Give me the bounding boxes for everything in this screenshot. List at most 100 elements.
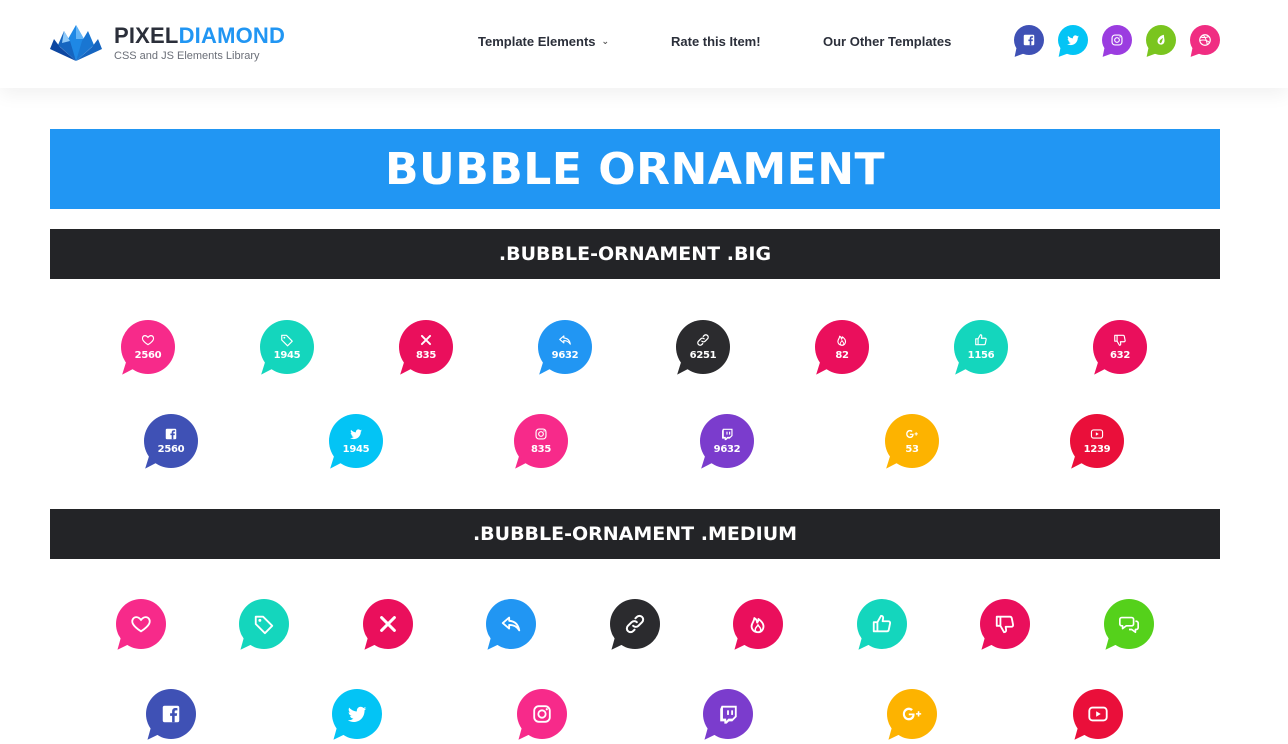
bubble-twitch[interactable]: 9632 <box>700 414 754 468</box>
heart-icon <box>141 335 155 346</box>
close-icon <box>420 334 432 346</box>
social-link-twitter[interactable] <box>1058 25 1088 55</box>
logo-title-part1: PIXEL <box>114 23 179 48</box>
tag-icon <box>254 615 274 635</box>
site-header: PIXELDIAMOND CSS and JS Elements Library… <box>0 0 1288 88</box>
nav-rate-item-label: Rate this Item! <box>671 34 761 49</box>
thumbs-up-icon <box>975 334 987 346</box>
nav-template-elements[interactable]: Template Elements ⌄ <box>478 34 609 49</box>
bubble-fire[interactable]: 82 <box>815 320 869 374</box>
bubble-thumbs-up[interactable]: 1156 <box>954 320 1008 374</box>
bubble-count: 835 <box>531 444 551 455</box>
bubble-count: 632 <box>1110 350 1130 361</box>
bubble-count: 6251 <box>689 350 717 361</box>
bubble-link[interactable]: 6251 <box>676 320 730 374</box>
bubble-heart[interactable] <box>116 599 166 649</box>
bubble-comments[interactable] <box>1104 599 1154 649</box>
instagram-icon <box>535 428 547 440</box>
section-title-medium: .BUBBLE-ORNAMENT .MEDIUM <box>472 523 798 545</box>
fire-icon <box>837 335 847 346</box>
bubble-count: 82 <box>835 350 849 361</box>
youtube-icon <box>1088 706 1108 722</box>
link-icon <box>697 334 709 346</box>
nav-template-elements-label: Template Elements <box>478 34 596 49</box>
thumbs-up-icon <box>872 614 892 633</box>
google-plus-icon <box>902 707 922 721</box>
bubble-count: 1239 <box>1083 444 1111 455</box>
bubble-tag[interactable]: 1945 <box>260 320 314 374</box>
envato-icon <box>1157 34 1165 45</box>
twitter-icon <box>347 706 367 722</box>
google-plus-icon <box>906 429 918 439</box>
social-link-facebook[interactable] <box>1014 25 1044 55</box>
twitch-icon <box>722 428 733 441</box>
facebook-icon <box>165 428 177 440</box>
diamond-logo-icon <box>50 25 102 61</box>
bubble-instagram[interactable]: 835 <box>514 414 568 468</box>
social-link-dribbble[interactable] <box>1190 25 1220 55</box>
bubble-reply[interactable] <box>486 599 536 649</box>
facebook-icon <box>1023 34 1035 46</box>
bubble-count: 1945 <box>342 444 370 455</box>
facebook-icon <box>162 705 180 723</box>
social-links <box>1014 25 1234 55</box>
bubble-count: 53 <box>905 444 919 455</box>
bubble-thumbs-up[interactable] <box>857 599 907 649</box>
bubble-close[interactable] <box>363 599 413 649</box>
instagram-icon <box>533 705 551 723</box>
bubble-youtube[interactable]: 1239 <box>1070 414 1124 468</box>
bubble-facebook[interactable]: 2560 <box>144 414 198 468</box>
bubble-twitter[interactable] <box>332 689 382 739</box>
logo-title: PIXELDIAMOND <box>114 24 285 48</box>
tag-icon <box>281 334 293 347</box>
reply-icon <box>501 616 521 632</box>
logo-subtitle: CSS and JS Elements Library <box>114 50 260 62</box>
dribbble-icon <box>1199 34 1211 46</box>
bubble-thumbs-down[interactable] <box>980 599 1030 649</box>
bubble-link[interactable] <box>610 599 660 649</box>
bubble-close[interactable]: 835 <box>399 320 453 374</box>
bubble-google-plus[interactable]: 53 <box>885 414 939 468</box>
page-title: BUBBLE ORNAMENT <box>384 143 886 195</box>
bubble-count: 835 <box>416 350 436 361</box>
twitter-icon <box>1067 35 1079 46</box>
bubble-count: 1945 <box>273 350 301 361</box>
link-icon <box>625 614 645 634</box>
bubble-count: 1156 <box>967 350 995 361</box>
twitter-icon <box>350 429 362 440</box>
bubble-count: 9632 <box>551 350 579 361</box>
social-link-instagram[interactable] <box>1102 25 1132 55</box>
reply-icon <box>559 335 571 345</box>
heart-icon <box>131 616 151 633</box>
nav-rate-item[interactable]: Rate this Item! <box>671 34 761 49</box>
nav-other-templates-label: Our Other Templates <box>823 34 952 49</box>
bubble-facebook[interactable] <box>146 689 196 739</box>
fire-icon <box>750 617 765 634</box>
section-title-big: .BUBBLE-ORNAMENT .BIG <box>498 243 772 265</box>
bubble-thumbs-down[interactable]: 632 <box>1093 320 1147 374</box>
bubble-reply[interactable]: 9632 <box>538 320 592 374</box>
section-header-big: .BUBBLE-ORNAMENT .BIG <box>50 229 1220 279</box>
bubble-google-plus[interactable] <box>887 689 937 739</box>
bubble-instagram[interactable] <box>517 689 567 739</box>
bubble-twitch[interactable] <box>703 689 753 739</box>
bubble-fire[interactable] <box>733 599 783 649</box>
bubble-tag[interactable] <box>239 599 289 649</box>
comments-icon <box>1119 616 1139 634</box>
social-link-envato[interactable] <box>1146 25 1176 55</box>
thumbs-down-icon <box>1114 334 1126 346</box>
page-title-banner: BUBBLE ORNAMENT <box>50 129 1220 209</box>
bubble-count: 2560 <box>134 350 162 361</box>
logo[interactable]: PIXELDIAMOND CSS and JS Elements Library <box>50 23 285 63</box>
bubble-count: 2560 <box>157 444 185 455</box>
close-icon <box>380 616 396 632</box>
bubble-youtube[interactable] <box>1073 689 1123 739</box>
youtube-icon <box>1090 429 1104 439</box>
bubble-heart[interactable]: 2560 <box>121 320 175 374</box>
bubble-twitter[interactable]: 1945 <box>329 414 383 468</box>
twitch-icon <box>720 705 737 724</box>
logo-title-part2: DIAMOND <box>178 23 286 48</box>
nav-other-templates[interactable]: Our Other Templates <box>823 34 951 49</box>
section-header-medium: .BUBBLE-ORNAMENT .MEDIUM <box>50 509 1220 559</box>
bubble-count: 9632 <box>713 444 741 455</box>
